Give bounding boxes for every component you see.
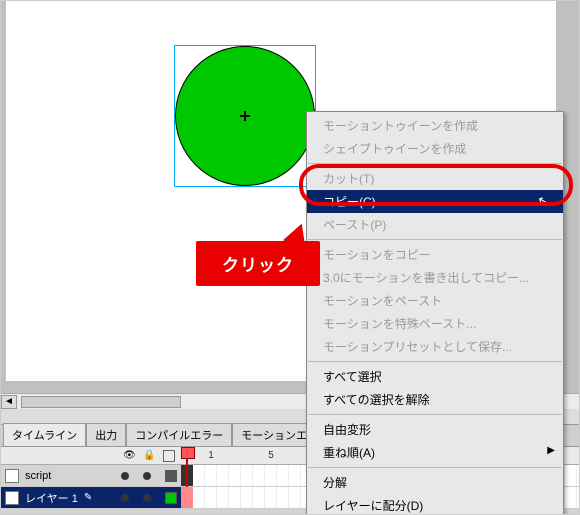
layer-name-cell[interactable]: script	[1, 469, 181, 483]
menu-item[interactable]: コピー(C)↖	[307, 190, 563, 213]
menu-item: 3.0にモーションを書き出してコピー...	[307, 266, 563, 289]
tab-output[interactable]: 出力	[86, 423, 126, 446]
layer-color-swatch[interactable]	[165, 470, 177, 482]
menu-item: ペースト(P)	[307, 213, 563, 236]
visibility-dot[interactable]	[121, 494, 129, 502]
visibility-column-icon[interactable]: 👁	[123, 450, 135, 462]
lock-column-icon[interactable]: 🔒	[143, 450, 155, 462]
menu-item[interactable]: 重ね順(A)▶	[307, 441, 563, 464]
submenu-arrow-icon: ▶	[547, 445, 555, 456]
annotation-callout: クリック	[196, 241, 320, 286]
layer-name-label: レイヤー 1	[25, 490, 78, 506]
layer-columns-header: 👁 🔒	[1, 447, 181, 464]
layer-type-icon	[5, 491, 19, 505]
menu-item[interactable]: レイヤーに配分(D)	[307, 494, 563, 515]
outline-column-icon[interactable]	[163, 450, 175, 462]
keyframe[interactable]	[181, 487, 193, 508]
menu-item: モーションをペースト	[307, 289, 563, 312]
callout-label: クリック	[196, 241, 320, 286]
layer-color-swatch[interactable]	[165, 492, 177, 504]
layer-name-label: script	[25, 470, 51, 482]
edit-icon: ✎	[84, 492, 92, 503]
menu-item[interactable]: 分解	[307, 471, 563, 494]
cursor-icon: ↖	[536, 192, 551, 210]
menu-item: モーションプリセットとして保存...	[307, 335, 563, 358]
menu-item: モーションを特殊ペースト...	[307, 312, 563, 335]
tab-timeline[interactable]: タイムライン	[3, 423, 86, 446]
menu-item: モーションをコピー	[307, 243, 563, 266]
scroll-left-button[interactable]: ◄	[1, 395, 17, 409]
menu-separator	[308, 361, 562, 362]
menu-item[interactable]: すべての選択を解除	[307, 388, 563, 411]
app-frame: モーショントゥイーンを作成シェイプトゥイーンを作成カット(T)コピー(C)↖ペー…	[0, 0, 580, 515]
menu-item: シェイプトゥイーンを作成	[307, 137, 563, 160]
context-menu: モーショントゥイーンを作成シェイプトゥイーンを作成カット(T)コピー(C)↖ペー…	[306, 111, 564, 515]
tab-compile-errors[interactable]: コンパイルエラー	[126, 423, 232, 446]
menu-item[interactable]: すべて選択	[307, 365, 563, 388]
visibility-dot[interactable]	[121, 472, 129, 480]
layer-type-icon	[5, 469, 19, 483]
selected-object-bounds[interactable]	[174, 45, 316, 187]
menu-item: モーショントゥイーンを作成	[307, 114, 563, 137]
registration-point-icon	[240, 111, 250, 121]
menu-separator	[308, 163, 562, 164]
frame-number[interactable]: 5	[241, 450, 301, 461]
menu-separator	[308, 414, 562, 415]
menu-item: カット(T)	[307, 167, 563, 190]
menu-separator	[308, 239, 562, 240]
lock-dot[interactable]	[143, 494, 151, 502]
lock-dot[interactable]	[143, 472, 151, 480]
menu-item[interactable]: 自由変形	[307, 418, 563, 441]
menu-separator	[308, 467, 562, 468]
layer-name-cell[interactable]: レイヤー 1 ✎	[1, 490, 181, 506]
scroll-thumb[interactable]	[21, 396, 181, 408]
